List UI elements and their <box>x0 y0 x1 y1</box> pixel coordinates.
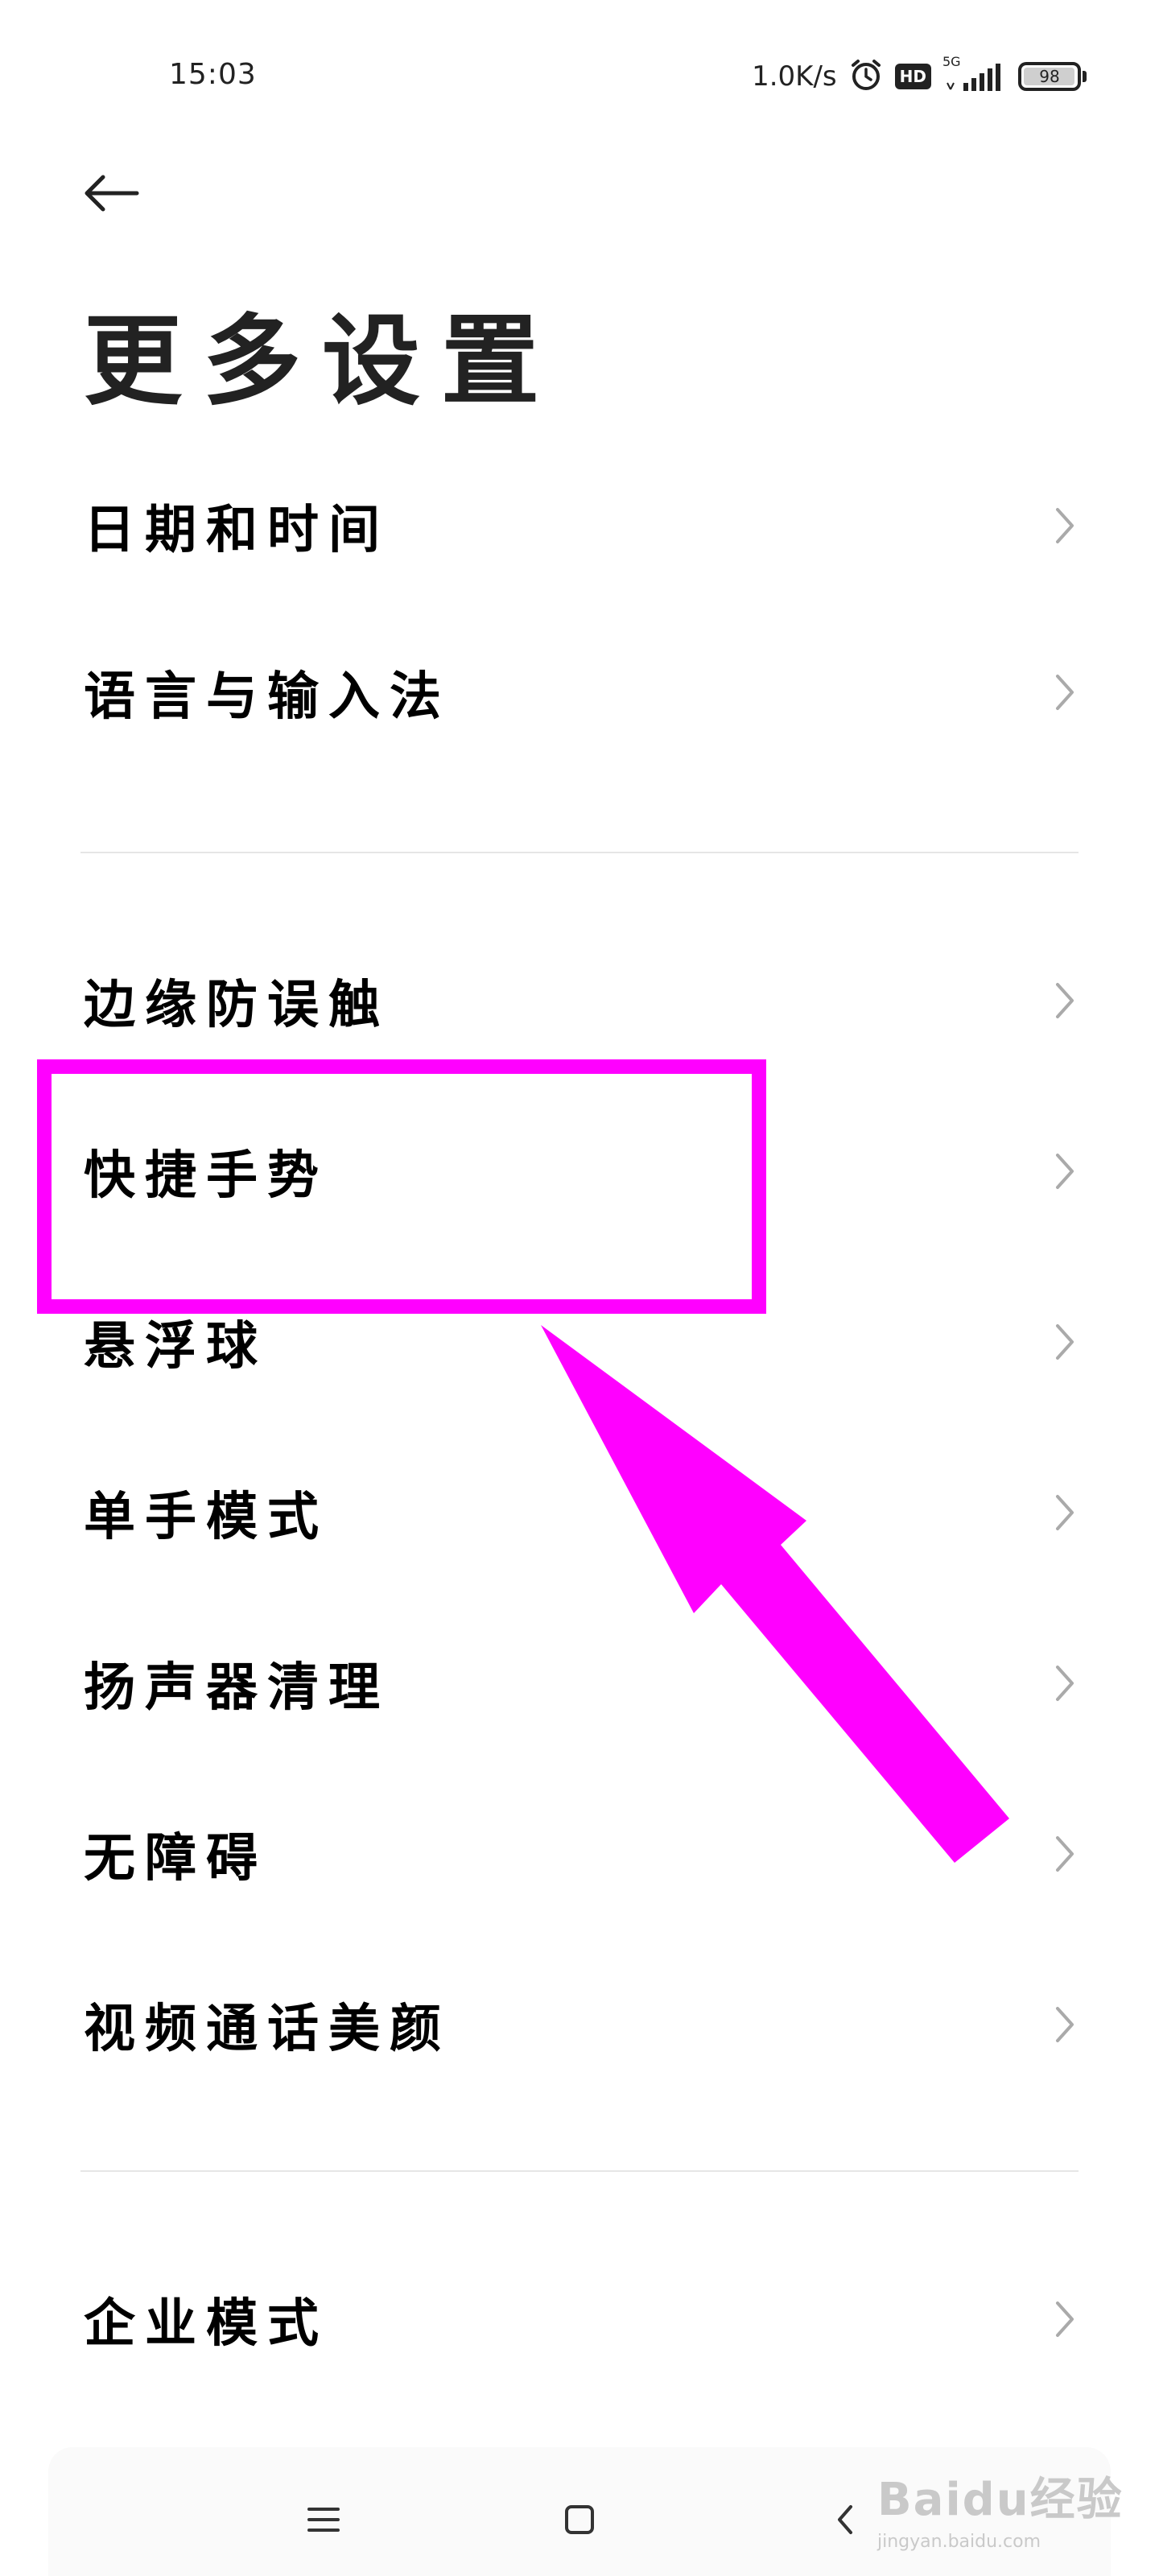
chevron-right-icon <box>1056 2301 1074 2337</box>
menu-button[interactable] <box>299 2496 348 2544</box>
battery-icon: 98 <box>1018 62 1087 91</box>
alarm-icon <box>848 57 884 96</box>
hd-icon: HD <box>894 64 931 89</box>
back-icon <box>838 2505 852 2534</box>
chevron-right-icon <box>1056 675 1074 710</box>
settings-item-one-hand-mode[interactable]: 单手模式 <box>0 1428 1159 1597</box>
menu-icon <box>307 2508 340 2532</box>
settings-item-label: 快捷手势 <box>84 1146 328 1206</box>
settings-item-label: 扬声器清理 <box>84 1657 390 1718</box>
chevron-right-icon <box>1056 983 1074 1018</box>
chevron-right-icon <box>1056 2007 1074 2042</box>
home-icon <box>565 2505 594 2534</box>
chevron-right-icon <box>1056 508 1074 543</box>
watermark-logo: Baidu经验 <box>877 2474 1124 2526</box>
chevron-right-icon <box>1056 1836 1074 1872</box>
chevron-right-icon <box>1056 1324 1074 1360</box>
settings-item-edge-touch[interactable]: 边缘防误触 <box>0 916 1159 1085</box>
section-divider <box>80 2170 1079 2172</box>
settings-item-accessibility[interactable]: 无障碍 <box>0 1769 1159 1938</box>
settings-item-language-input[interactable]: 语言与输入法 <box>0 608 1159 777</box>
watermark-url: jingyan.baidu.com <box>877 2532 1041 2552</box>
nav-back-button[interactable] <box>821 2496 869 2544</box>
network-speed: 1.0K/s <box>752 60 837 93</box>
status-time: 15:03 <box>169 58 257 91</box>
settings-item-label: 企业模式 <box>84 2293 328 2354</box>
settings-item-floating-ball[interactable]: 悬浮球 <box>0 1257 1159 1426</box>
signal-5g-icon: 5G <box>942 54 1007 94</box>
arrow-left-icon <box>85 175 139 212</box>
settings-item-date-time[interactable]: 日期和时间 <box>0 441 1159 610</box>
status-icons: 1.0K/s HD 5G 98 <box>752 54 1087 97</box>
baidu-watermark: Baidu经验 jingyan.baidu.com <box>877 2463 1124 2552</box>
settings-item-enterprise-mode[interactable]: 企业模式 <box>0 2235 1159 2404</box>
settings-item-quick-gestures[interactable]: 快捷手势 <box>0 1087 1159 1256</box>
settings-item-label: 日期和时间 <box>84 500 390 560</box>
chevron-right-icon <box>1056 1154 1074 1189</box>
status-bar: 15:03 1.0K/s HD 5G 98 <box>0 0 1159 153</box>
home-button[interactable] <box>555 2496 604 2544</box>
section-divider <box>80 852 1079 853</box>
settings-item-label: 视频通话美颜 <box>84 1999 451 2059</box>
settings-item-video-call-beauty[interactable]: 视频通话美颜 <box>0 1940 1159 2109</box>
chevron-right-icon <box>1056 1666 1074 1701</box>
back-button[interactable] <box>80 161 153 225</box>
settings-item-label: 语言与输入法 <box>84 667 451 727</box>
chevron-right-icon <box>1056 1495 1074 1530</box>
settings-item-speaker-clean[interactable]: 扬声器清理 <box>0 1599 1159 1768</box>
page-title: 更多设置 <box>84 303 560 419</box>
settings-item-label: 边缘防误触 <box>84 975 390 1035</box>
settings-item-label: 无障碍 <box>84 1828 267 1889</box>
settings-item-label: 单手模式 <box>84 1487 328 1547</box>
settings-item-label: 悬浮球 <box>84 1316 267 1377</box>
battery-level: 98 <box>1039 67 1060 86</box>
